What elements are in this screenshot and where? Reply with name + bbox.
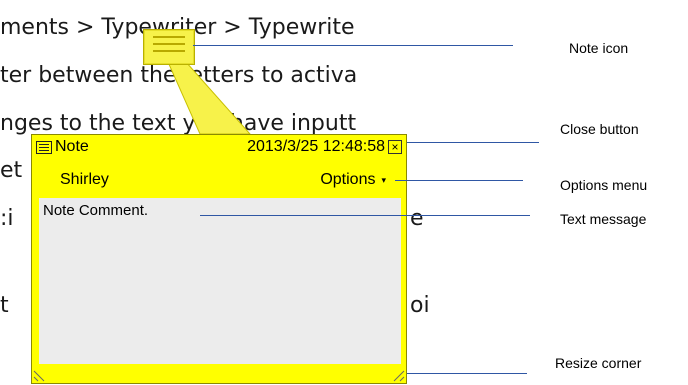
document-line: oi	[410, 293, 430, 318]
callout-leader	[395, 180, 523, 181]
options-menu[interactable]: Options ▾	[320, 171, 386, 189]
note-icon[interactable]	[143, 29, 195, 65]
note-comment: Note Comment.	[43, 202, 149, 219]
callout-options-menu: Options menu	[560, 177, 648, 193]
note-icon-line	[153, 43, 185, 45]
close-button[interactable]: ×	[388, 140, 402, 154]
document-line: nges to the text you have inputt	[0, 111, 357, 136]
callout-leader	[193, 45, 513, 46]
resize-corner-icon[interactable]	[32, 369, 46, 383]
chevron-down-icon: ▾	[381, 174, 386, 185]
note-timestamp: 2013/3/25 12:48:58	[247, 138, 385, 155]
document-line: et	[0, 158, 23, 183]
document-line: ter between the letters to activa	[0, 63, 358, 88]
callout-leader	[407, 373, 527, 374]
callout-resize-corner: Resize corner	[555, 355, 642, 371]
note-icon-line	[153, 50, 185, 52]
note-popup[interactable]: Note 2013/3/25 12:48:58 × Shirley Option…	[31, 134, 407, 384]
callout-text-message: Text message	[560, 211, 647, 227]
callout-leader	[200, 215, 530, 216]
note-author: Shirley	[60, 171, 109, 188]
note-text-area[interactable]: Note Comment.	[39, 198, 401, 364]
document-line: e	[410, 206, 424, 231]
options-label: Options	[320, 171, 376, 188]
callout-leader	[407, 142, 539, 143]
document-line: :i	[0, 206, 14, 231]
note-type-label: Note	[55, 138, 89, 155]
note-title-bar[interactable]: Note 2013/3/25 12:48:58 ×	[36, 138, 402, 158]
resize-corner-icon[interactable]	[392, 369, 406, 383]
document-line: t	[0, 293, 9, 318]
callout-note-icon: Note icon	[569, 40, 629, 56]
callout-close-button: Close button	[560, 121, 639, 137]
note-icon-line	[153, 36, 185, 38]
note-type-icon	[36, 140, 52, 154]
